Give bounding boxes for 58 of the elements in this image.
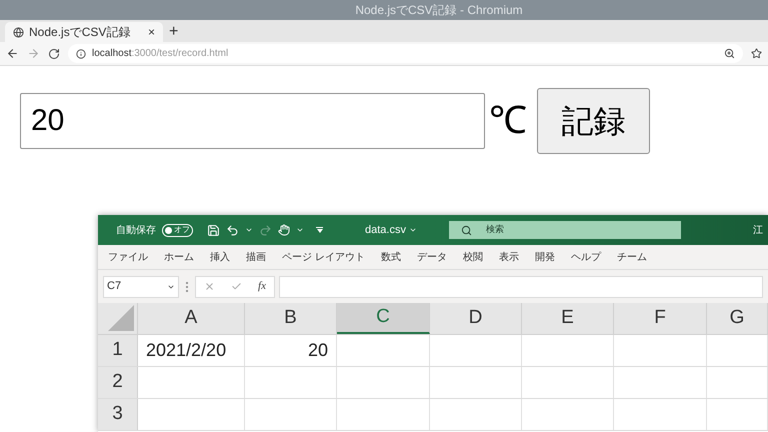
caret-icon [408,226,417,234]
tab-title: Node.jsでCSV記録 [29,24,132,41]
browser-tab[interactable]: Node.jsでCSV記録 × [5,22,163,42]
formula-field[interactable] [279,276,763,298]
record-button[interactable]: 記録 [537,88,650,154]
ribbon-tab[interactable]: 数式 [380,250,401,264]
undo-icon[interactable] [226,224,239,236]
new-tab-button[interactable]: + [169,22,178,42]
unit-label: ℃ [489,98,527,144]
row-header[interactable]: 1 [98,335,138,366]
column-header[interactable]: D [430,303,522,334]
insert-function-button[interactable]: fx [258,278,266,295]
column-header[interactable]: G [707,303,768,334]
caret-icon[interactable] [296,226,304,234]
ribbon-tab[interactable]: 表示 [498,250,519,264]
search-field[interactable]: 検索 [448,221,681,239]
info-icon [76,48,86,58]
save-icon[interactable] [207,224,220,236]
ribbon-tab[interactable]: データ [416,250,447,264]
window-title: Node.jsでCSV記録 - Chromium [354,2,523,19]
caret-icon[interactable] [245,226,253,234]
back-icon[interactable] [6,47,19,60]
reload-icon[interactable] [48,48,60,60]
ribbon-tab[interactable]: 挿入 [210,250,230,264]
name-box[interactable]: C7 [103,276,179,298]
ribbon-tab[interactable]: ホーム [164,250,194,264]
more-options-icon[interactable] [183,282,191,292]
search-icon [460,224,472,236]
row-header[interactable]: 2 [98,367,138,398]
url-text: localhost:3000/test/record.html [92,47,230,61]
autosave-label: 自動保存 [116,224,156,238]
temperature-input[interactable]: 20 [20,93,485,149]
ribbon-tab[interactable]: チーム [616,250,647,264]
zoom-icon[interactable] [724,48,735,59]
cell-value: 2021/2/20 [146,339,226,362]
ribbon-tab[interactable]: 描画 [246,250,266,264]
column-header[interactable]: A [138,303,245,334]
tab-close-button[interactable]: × [148,23,155,41]
user-name: 江 [753,224,764,238]
autosave-toggle[interactable]: オフ [162,224,193,236]
check-icon[interactable] [231,281,242,292]
bookmark-star-icon[interactable] [751,48,762,59]
column-header[interactable]: C [337,303,430,334]
ribbon-tab[interactable]: 開発 [534,250,555,264]
column-header[interactable]: E [522,303,614,334]
address-field[interactable]: localhost:3000/test/record.html [68,44,743,63]
file-name[interactable]: data.csv [365,222,417,238]
search-placeholder: 検索 [486,223,504,236]
ribbon-tab[interactable]: ページ レイアウト [282,250,365,264]
hand-icon[interactable] [278,224,290,236]
row-header[interactable]: 3 [98,399,138,430]
column-header[interactable]: F [614,303,707,334]
ribbon-tab[interactable]: 校閲 [462,250,483,264]
cell-value: 20 [308,339,328,362]
globe-icon [13,26,24,38]
ribbon-tab[interactable]: ヘルプ [570,250,601,264]
customize-icon[interactable] [316,227,323,233]
ribbon-tab[interactable]: ファイル [108,250,148,264]
